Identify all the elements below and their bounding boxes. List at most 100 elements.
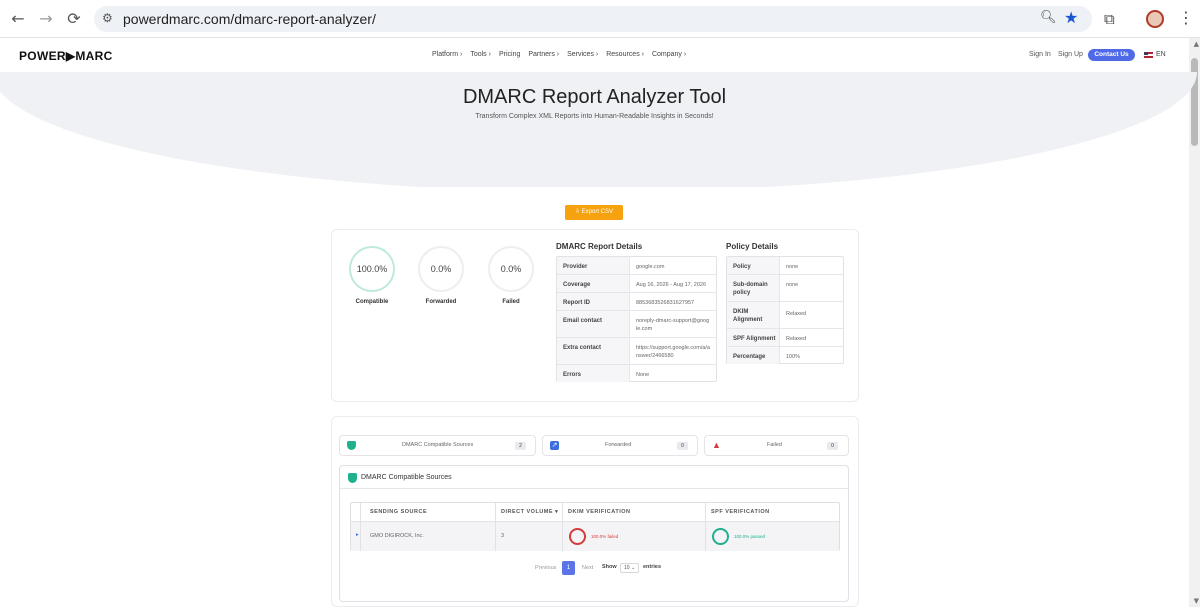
nav-partners[interactable]: Partners › — [528, 51, 559, 58]
forwarded-label: Forwarded — [425, 299, 457, 305]
report-details-title: DMARC Report Details — [556, 242, 643, 251]
forward-icon[interactable]: → — [36, 9, 56, 29]
show-label: Show — [602, 564, 617, 570]
scroll-down-arrow-icon[interactable]: ▼ — [1194, 597, 1199, 605]
page-title: DMARC Report Analyzer Tool — [462, 86, 727, 108]
entries-label: entries — [643, 564, 662, 570]
export-csv-button[interactable]: ⇩ Export CSV — [565, 205, 623, 220]
next-page-button[interactable]: Next — [582, 565, 593, 571]
tab-failed[interactable]: ▲ Failed 0 — [704, 435, 849, 456]
detail-row: Email contact noreply-dmarc-support@goog… — [557, 311, 716, 338]
policy-row: Policy none — [727, 257, 843, 275]
tab-label: Failed — [767, 442, 782, 448]
detail-row: Provider google.com — [557, 257, 716, 275]
sign-in-link[interactable]: Sign In — [1029, 51, 1051, 58]
previous-page-button[interactable]: Previous — [535, 565, 556, 571]
language-selector[interactable]: EN — [1156, 51, 1166, 58]
tab-count: 0 — [827, 442, 838, 450]
detail-row: Coverage Aug 16, 2026 - Aug 17, 2026 — [557, 275, 716, 293]
detail-row: Report ID 8853683526831627957 — [557, 293, 716, 311]
sending-source-cell: GMO DIGIROCK, Inc. — [370, 533, 424, 539]
policy-key: DKIM Alignment — [733, 309, 763, 323]
contact-us-button[interactable]: Contact Us — [1088, 49, 1135, 61]
nav-tools[interactable]: Tools › — [470, 51, 491, 58]
extensions-icon[interactable]: ⧉ — [1104, 10, 1115, 28]
tab-compatible-sources[interactable]: DMARC Compatible Sources 2 — [339, 435, 536, 456]
address-url[interactable]: powerdmarc.com/dmarc-report-analyzer/ — [123, 11, 376, 27]
policy-row: SPF Alignment Relaxed — [727, 329, 843, 347]
spf-cell: 100.0% passed — [734, 534, 766, 539]
detail-value: Aug 16, 2026 - Aug 17, 2026 — [636, 282, 707, 288]
table-row[interactable]: ▸ GMO DIGIROCK, Inc. 3 100.0% failed 100… — [351, 522, 839, 551]
shield-icon — [348, 473, 357, 483]
report-details-table: Provider google.com Coverage Aug 16, 202… — [556, 256, 717, 382]
policy-value: none — [786, 282, 799, 288]
dkim-cell: 100.0% failed — [591, 534, 619, 539]
policy-value: Relaxed — [786, 336, 807, 342]
detail-key: Errors — [563, 372, 582, 378]
browser-menu-icon[interactable]: ⋮ — [1178, 8, 1194, 27]
detail-value: https://support.google.com/a/answer/2466… — [636, 345, 710, 359]
detail-key: Coverage — [563, 282, 591, 288]
detail-key: Provider — [563, 264, 588, 270]
policy-row: Sub-domain policy none — [727, 275, 843, 302]
browser-toolbar: ← → ⟳ ⚙ powerdmarc.com/dmarc-report-anal… — [0, 0, 1200, 38]
bookmark-star-icon[interactable]: ★ — [1064, 8, 1078, 27]
nav-company[interactable]: Company › — [652, 51, 686, 58]
dkim-fail-ring-icon — [569, 528, 586, 545]
panel-title: DMARC Compatible Sources — [361, 474, 452, 481]
failed-gauge: 0.0% — [488, 246, 534, 292]
forward-icon: ↗ — [550, 441, 559, 450]
compatible-sources-panel: DMARC Compatible Sources SENDING SOURCE … — [339, 465, 849, 602]
site-info-icon[interactable]: ⚙ — [102, 11, 113, 25]
tab-count: 2 — [515, 442, 526, 450]
policy-row: DKIM Alignment Relaxed — [727, 302, 843, 329]
column-divider — [495, 503, 496, 551]
detail-key: Extra contact — [563, 345, 602, 351]
scroll-up-arrow-icon[interactable]: ▲ — [1194, 40, 1199, 48]
back-icon[interactable]: ← — [8, 9, 28, 29]
address-bar[interactable]: ⚙ powerdmarc.com/dmarc-report-analyzer/ … — [94, 6, 1092, 32]
compatible-gauge: 100.0% — [349, 246, 395, 292]
page-1-button[interactable]: 1 — [562, 561, 575, 575]
column-divider — [705, 503, 706, 551]
shield-icon — [347, 441, 356, 450]
spf-pass-ring-icon — [712, 528, 729, 545]
detail-value: 8853683526831627957 — [636, 300, 695, 306]
compatible-label: Compatible — [355, 299, 389, 305]
nav-services[interactable]: Services › — [567, 51, 598, 58]
column-header[interactable]: SENDING SOURCE — [370, 503, 427, 521]
policy-details-title: Policy Details — [726, 242, 779, 251]
nav-platform[interactable]: Platform › — [432, 51, 462, 58]
column-header[interactable]: DKIM VERIFICATION — [568, 503, 630, 521]
detail-row: Errors None — [557, 365, 716, 382]
tab-forwarded[interactable]: ↗ Forwarded 0 — [542, 435, 698, 456]
nav-resources[interactable]: Resources › — [606, 51, 644, 58]
tab-label: DMARC Compatible Sources — [402, 442, 474, 448]
policy-key: SPF Alignment — [733, 336, 776, 342]
sign-up-link[interactable]: Sign Up — [1058, 51, 1083, 58]
profile-avatar[interactable] — [1146, 10, 1164, 28]
detail-key: Report ID — [563, 300, 590, 306]
detail-value: google.com — [636, 264, 665, 270]
page-subtitle: Transform Complex XML Reports into Human… — [475, 113, 714, 120]
column-header[interactable]: DIRECT VOLUME ▾ — [501, 503, 558, 521]
sources-table: SENDING SOURCE DIRECT VOLUME ▾ DKIM VERI… — [350, 502, 840, 551]
expand-row-icon[interactable]: ▸ — [356, 532, 359, 538]
tab-label: Forwarded — [605, 442, 632, 448]
detail-value: noreply-dmarc-support@google.com — [636, 318, 710, 332]
divider — [340, 488, 848, 489]
detail-key: Email contact — [563, 318, 603, 324]
site-logo[interactable]: POWER▶MARC — [19, 49, 113, 63]
detail-row: Extra contact https://support.google.com… — [557, 338, 716, 365]
reload-icon[interactable]: ⟳ — [64, 9, 84, 29]
tab-count: 0 — [677, 442, 688, 450]
entries-select[interactable]: 10 ⌄ — [620, 563, 639, 573]
policy-key: Percentage — [733, 354, 766, 360]
nav-pricing[interactable]: Pricing — [499, 51, 520, 58]
site-header: POWER▶MARC Platform › Tools › Pricing Pa… — [0, 38, 1189, 72]
failed-label: Failed — [502, 299, 520, 305]
column-header[interactable]: SPF VERIFICATION — [711, 503, 770, 521]
zoom-icon[interactable]: 🔍︎ — [1040, 10, 1057, 25]
policy-value: 100% — [786, 354, 801, 360]
